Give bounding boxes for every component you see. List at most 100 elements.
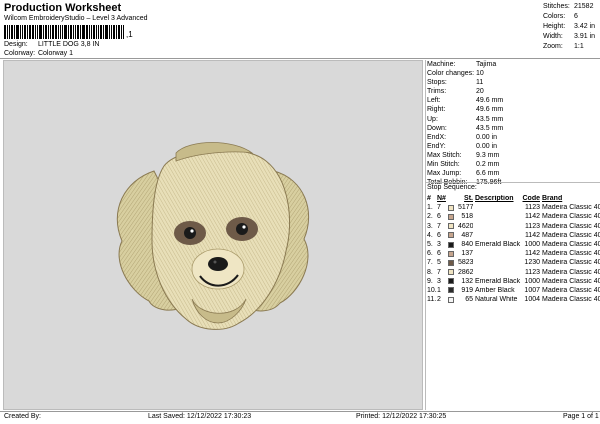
swatch-color [448,250,454,257]
table-row: 1. 7 5177 1123 Madeira Classic 40 [426,203,600,212]
swatch-color [448,296,454,303]
thread-code: 1000 [524,241,540,249]
machine-row: EndY: 0.00 in [427,142,498,150]
row-number: 6. [427,250,433,258]
table-row: 8. 7 2862 1123 Madeira Classic 40 [426,268,600,277]
stitch-count: 840 [461,241,473,249]
needle-number: 6 [437,231,441,239]
color-swatch [448,269,458,276]
barcode-bar [11,25,13,39]
stop-rows: 1. 7 5177 1123 Madeira Classic 40 2. 6 518 1142 M… [426,203,600,304]
needle-number: 2 [437,296,441,304]
barcode-bar [86,25,88,39]
row-number: 4. [427,231,433,239]
barcode-bar [100,25,102,39]
swatch-color [448,213,454,220]
barcode-bar [75,25,76,39]
barcode-bar [113,25,115,39]
thread-brand: Madeira Classic 40 [542,259,600,267]
machine-row: Stops: 11 [427,79,484,87]
thread-description: Amber Black [475,286,515,294]
barcode-bar [27,25,28,39]
barcode-bar [9,25,10,39]
color-swatch [448,296,458,303]
barcode-bar [96,25,97,39]
barcode-bar [116,25,117,39]
barcode-bar [91,25,92,39]
thread-brand: Madeira Classic 40 [542,213,600,221]
stitch-count: 132 [461,277,473,285]
thread-brand: Madeira Classic 40 [542,277,600,285]
needle-number: 7 [437,268,441,276]
printed-date: Printed: 12/12/2022 17:30:25 [356,413,447,420]
barcode-bar [98,25,99,39]
barcode-bar [20,25,21,39]
thread-description: Natural White [475,296,518,304]
color-swatch [448,278,458,285]
thread-brand: Madeira Classic 40 [542,296,600,304]
barcode-bar [32,25,34,39]
barcode-bar [64,25,67,39]
color-swatch [448,213,458,220]
row-number: 11. [427,296,437,304]
row-number: 8. [427,268,433,276]
colorway-value: Colorway 1 [37,50,73,57]
thread-code: 1123 [524,204,540,212]
colorway-row: Colorway: Colorway 1 [4,50,73,57]
design-row: Design: LITTLE DOG 3,8 IN [4,41,99,48]
thread-brand: Madeira Classic 40 [542,231,600,239]
header-divider [0,58,600,59]
needle-number: 7 [437,204,441,212]
table-header: # N# St. Description Code Brand [427,195,563,203]
needle-number: 6 [437,250,441,258]
barcode-bar [39,25,42,39]
stat-row: Height: 3.42 in [543,23,596,30]
table-row: 2. 6 518 1142 Madeira Classic 40 [426,212,600,221]
barcode-bar [62,25,63,39]
thread-description: Emerald Black [475,277,521,285]
created-by: Created By: [4,413,41,420]
barcode-bar [37,25,38,39]
stitch-count: 919 [461,286,473,294]
swatch-color [448,204,454,211]
color-swatch [448,241,458,248]
barcode-bar [24,25,26,39]
stitch-count: 5823 [458,259,473,267]
row-number: 7. [427,259,433,267]
dog-embroidery-image [116,142,309,330]
needle-number: 1 [437,286,441,294]
barcode-bar [118,25,120,39]
stat-row: Stitches: 21582 [543,3,594,10]
machine-row: Up: 43.5 mm [427,115,504,123]
software-subtitle: Wilcom EmbroideryStudio – Level 3 Advanc… [4,15,148,22]
machine-row: Trims: 20 [427,88,484,96]
barcode-bar [121,25,122,39]
barcode-bar [16,25,19,39]
machine-row: Max Jump: 6.6 mm [427,170,500,178]
barcode-bar [77,25,79,39]
stitch-count: 5177 [458,204,473,212]
thread-brand: Madeira Classic 40 [542,222,600,230]
barcode-bar [70,25,72,39]
barcode-bar [55,25,57,39]
row-number: 10. [427,286,437,294]
barcode-bar [48,25,49,39]
stat-row: Zoom: 1:1 [543,43,584,50]
thread-brand: Madeira Classic 40 [542,241,600,249]
barcode-bar [60,25,61,39]
thread-brand: Madeira Classic 40 [542,204,600,212]
stop-sequence-title: Stop Sequence: [427,184,477,191]
thread-code: 1004 [524,296,540,304]
thread-code: 1000 [524,277,540,285]
barcode-bar [89,25,90,39]
thread-code: 1123 [524,222,540,230]
thread-code: 1007 [524,286,540,294]
design-value: LITTLE DOG 3,8 IN [37,41,100,48]
barcode-bar [68,25,69,39]
barcode-bar [80,25,81,39]
thread-code: 1142 [524,231,540,239]
thread-code: 1142 [524,213,540,221]
barcode-bar [82,25,85,39]
table-row: 9. 3 132 Emerald Black 1000 Madeira Classic 4… [426,277,600,286]
stitch-count: 518 [461,213,473,221]
